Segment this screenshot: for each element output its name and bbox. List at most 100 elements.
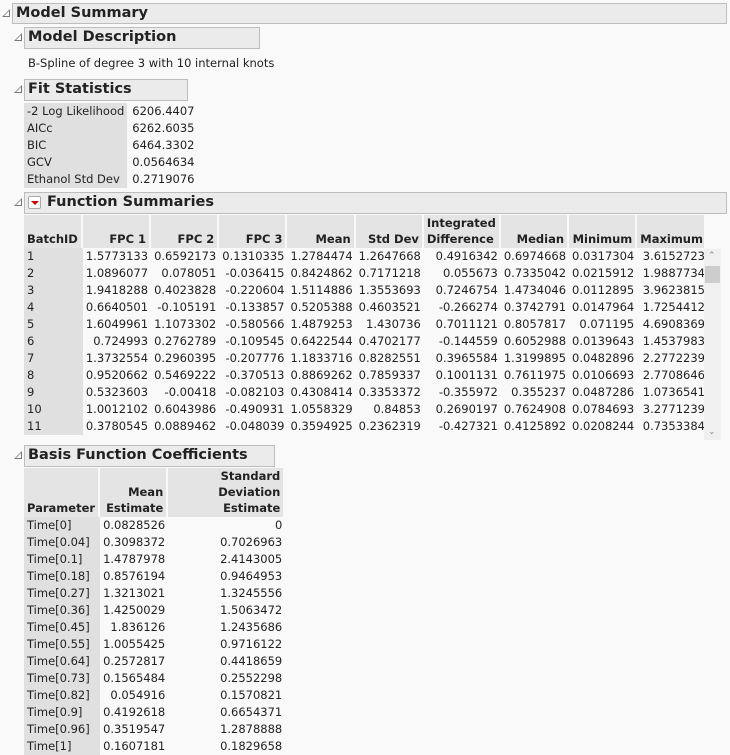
row-label: Time[0.27] [24,585,101,602]
table-row: 3 1.9418288 0.4023828 -0.220604 1.5114886 1.3… [24,282,704,299]
fit-statistics-header[interactable]: Fit Statistics [24,79,188,101]
table-row: Time[0.36] 1.4250029 1.5063472 [24,602,285,619]
table-cell: 1.0896077 [85,266,149,280]
fit-stat-row: Ethanol Std Dev 0.2719076 [24,171,198,188]
table-row: 5 1.6049961 1.1073302 -0.580566 1.4879253 1.4… [24,316,704,333]
table-cell: 0.6043986 [154,402,217,416]
row-label: Time[0.04] [24,534,101,551]
table-cell: 0 [274,518,283,532]
column-header[interactable]: Standard Deviation Estimate [168,468,286,517]
column-header[interactable]: BatchID [24,215,83,248]
table-cell: 0.7611975 [503,368,567,382]
disclosure-triangle-icon[interactable] [14,198,22,206]
disclosure-triangle-icon[interactable] [2,9,10,17]
row-label: Time[0.36] [24,602,101,619]
row-label: 10 [24,401,83,418]
column-header[interactable]: Median [500,215,570,248]
function-summaries-viewport: BatchID FPC 1 FPC 2 FPC 3 Mean Std Dev Integra… [24,215,704,441]
table-cell: 0.724993 [93,334,149,348]
table-cell: 0.7026963 [220,535,283,549]
vertical-scrollbar[interactable]: ⌃ ⌄ [704,249,721,440]
column-header[interactable]: Mean [287,215,356,248]
scrollbar-thumb[interactable] [705,266,720,283]
table-cell: 1.2784474 [290,249,353,263]
table-cell: 1.5063472 [220,603,283,617]
table-cell: 1.3245556 [220,586,283,600]
table-cell: 0.0147964 [572,300,635,314]
column-header[interactable]: Parameter [24,468,101,517]
fit-stat-row: -2 Log Likelihood 6206.4407 [24,103,198,120]
table-cell: 0.7353384 [642,419,704,433]
row-label: Time[0.96] [24,721,101,738]
row-label: 7 [24,350,83,367]
row-label: 3 [24,282,83,299]
table-row: Time[0.73] 0.1565484 0.2552298 [24,670,285,687]
table-cell: 0.6592173 [154,249,217,263]
table-cell: 0.0139643 [572,334,635,348]
column-header[interactable]: Mean Estimate [100,468,169,517]
row-label: 6 [24,333,83,350]
table-cell: 0.1001131 [435,368,498,382]
table-cell: 1.9418288 [85,283,149,297]
table-row: Time[0.18] 0.8576194 0.9464953 [24,568,285,585]
disclosure-triangle-icon[interactable] [14,85,22,93]
table-cell: 0.8576194 [103,569,166,583]
column-header[interactable]: FPC 2 [151,215,220,248]
model-description-header[interactable]: Model Description [24,27,260,49]
table-cell: -0.105191 [157,300,217,314]
column-header[interactable]: Minimum [569,215,638,248]
table-cell: 1.7254412 [642,300,704,314]
table-cell: -0.427321 [438,419,498,433]
table-cell: 0.0828526 [103,518,166,532]
table-cell: 1.2647668 [358,249,421,263]
table-cell: 2.7708646 [642,368,704,382]
function-summaries-header[interactable]: Function Summaries [24,192,727,214]
table-cell: 0.3965584 [435,351,498,365]
table-row: 10 1.0012102 0.6043986 -0.490931 1.0558329 0.… [24,401,704,418]
column-header[interactable]: FPC 3 [219,215,288,248]
fit-stat-value: 6206.4407 [132,104,195,118]
scroll-down-icon[interactable]: ⌄ [708,427,716,437]
fit-stat-value: 0.2719076 [132,172,195,186]
table-cell: 1.0736541 [642,385,704,399]
table-cell: 0.355237 [511,385,567,399]
red-disclosure-menu-icon[interactable] [28,196,41,209]
column-header[interactable]: Maximum [637,215,704,248]
table-cell: 0.7171218 [358,266,421,280]
table-row: Time[0] 0.0828526 0 [24,517,285,534]
table-cell: -0.207776 [225,351,285,365]
table-cell: 0.0482896 [572,351,635,365]
scroll-up-icon[interactable]: ⌃ [708,251,716,261]
basis-coefficients-header[interactable]: Basis Function Coefficients [24,445,275,467]
table-cell: 0.3519547 [103,722,166,736]
table-cell: 0.4916342 [435,249,498,263]
disclosure-triangle-icon[interactable] [14,33,22,41]
table-cell: 2.4143005 [220,552,283,566]
table-cell: 0.2572817 [103,654,166,668]
table-cell: 0.3594925 [290,419,353,433]
table-cell: 1.4734046 [503,283,567,297]
disclosure-triangle-icon[interactable] [14,451,22,459]
table-cell: 0.2552298 [220,671,283,685]
table-cell: 0.0889462 [154,419,217,433]
table-cell: 0.2960395 [154,351,217,365]
row-label: Time[0.64] [24,653,101,670]
table-cell: 0.1570821 [220,688,283,702]
table-cell: 0.1565484 [103,671,166,685]
column-header[interactable]: Std Dev [355,215,424,248]
model-summary-header[interactable]: Model Summary [12,3,727,24]
fit-stat-label: -2 Log Likelihood [24,103,128,120]
table-cell: 2.2772239 [642,351,704,365]
table-row: 9 0.5323603 -0.00418 -0.082103 0.4308414 0.33… [24,384,704,401]
table-cell: 0.7624908 [503,402,567,416]
table-cell: -0.133857 [225,300,285,314]
function-summaries-table: BatchID FPC 1 FPC 2 FPC 3 Mean Std Dev Integra… [24,215,704,435]
table-row: 11 0.3780545 0.0889462 -0.048039 0.3594925 0.… [24,418,704,435]
table-cell: 0.9716122 [220,637,283,651]
column-header[interactable]: Integrated Difference [423,215,501,248]
table-cell: -0.048039 [225,419,285,433]
table-cell: 0.0784693 [572,402,635,416]
row-label: 1 [24,248,83,265]
table-cell: 0.4125892 [503,419,567,433]
column-header[interactable]: FPC 1 [82,215,152,248]
